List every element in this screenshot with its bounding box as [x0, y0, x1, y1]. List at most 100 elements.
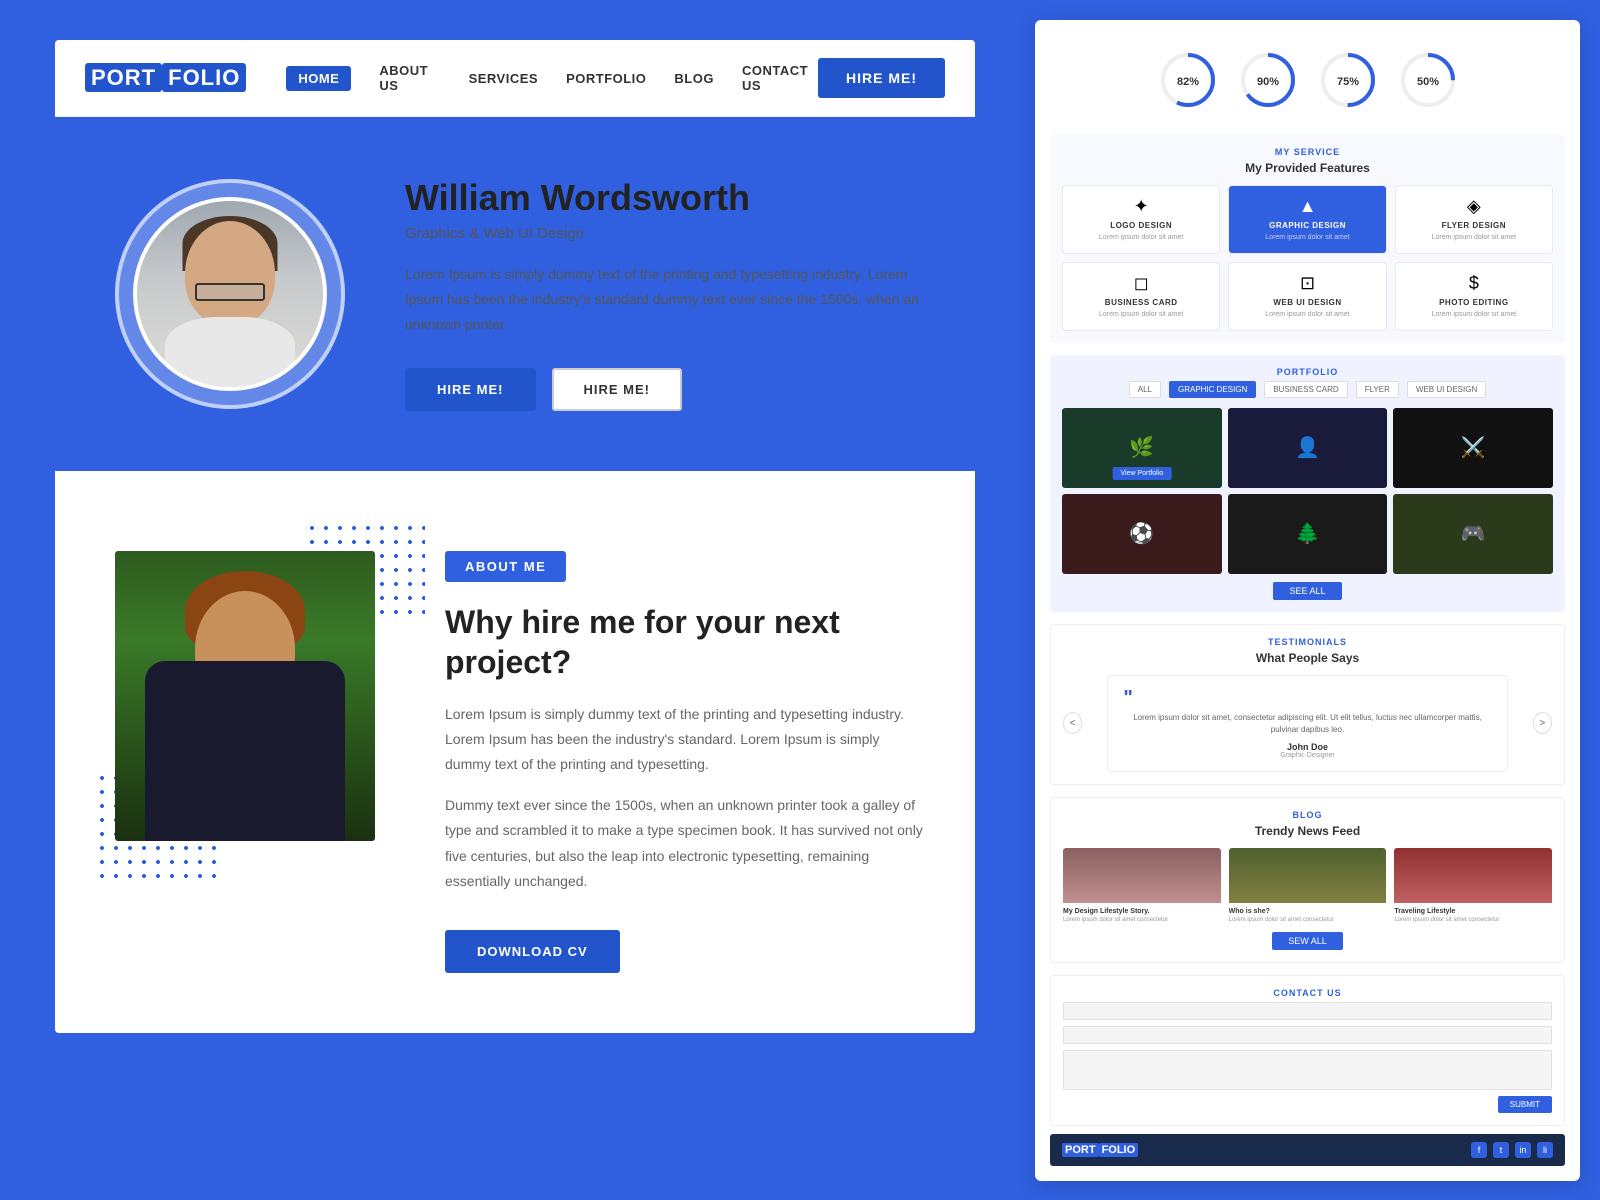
nav-portfolio[interactable]: PORTFOLIO — [566, 71, 646, 86]
filter-graphic[interactable]: GRAPHIC DESIGN — [1169, 381, 1256, 398]
contact-label: CONTACT US — [1063, 988, 1552, 998]
web-ui-icon: ⊡ — [1237, 273, 1377, 294]
service-cards-grid: ✦ LOGO DESIGN Lorem ipsum dolor sit amet… — [1062, 185, 1553, 331]
svg-text:50%: 50% — [1416, 76, 1438, 88]
logo-part1: PORT — [85, 63, 162, 92]
svg-text:90%: 90% — [1256, 76, 1278, 88]
contact-name-input[interactable] — [1063, 1002, 1552, 1020]
business-card-desc: Lorem ipsum dolor sit amet — [1071, 310, 1211, 320]
skill-circle-svg-2: 90% — [1238, 50, 1298, 110]
hero-name: William Wordsworth — [405, 177, 925, 219]
linkedin-icon[interactable]: li — [1537, 1142, 1553, 1158]
blog-img-2 — [1229, 848, 1387, 903]
testimonial-next[interactable]: > — [1533, 712, 1552, 734]
skill-1: 82% — [1158, 50, 1218, 110]
services-label: MY SERVICE — [1062, 147, 1553, 157]
testimonial-container: < " Lorem ipsum dolor sit amet, consecte… — [1063, 675, 1552, 772]
business-card-icon: ◻ — [1071, 273, 1211, 294]
blog-img-3 — [1394, 848, 1552, 903]
flyer-design-name: FLYER DESIGN — [1404, 221, 1544, 230]
blog-title-1: My Design Lifestyle Story. — [1063, 907, 1221, 916]
hero-buttons: HIRE ME! HIRE ME! — [405, 368, 925, 411]
logo-design-desc: Lorem ipsum dolor sit amet — [1071, 233, 1211, 243]
portfolio-bg-4: ⚽ — [1062, 494, 1222, 574]
graphic-design-icon: ▲ — [1237, 196, 1377, 217]
business-card-name: BUSINESS CARD — [1071, 298, 1211, 307]
logo-design-icon: ✦ — [1071, 196, 1211, 217]
skills-section: 82% 90% 75% 50% — [1050, 35, 1565, 115]
instagram-icon[interactable]: in — [1515, 1142, 1531, 1158]
portfolio-item-4: ⚽ — [1062, 494, 1222, 574]
nav-services[interactable]: SERVICES — [469, 71, 539, 86]
testimonial-author: John Doe — [1123, 742, 1491, 752]
filter-flyer[interactable]: FLYER — [1356, 381, 1399, 398]
logo-design-name: LOGO DESIGN — [1071, 221, 1211, 230]
web-ui-name: WEB UI DESIGN — [1237, 298, 1377, 307]
contact-email-input[interactable] — [1063, 1026, 1552, 1044]
testimonial-nav: < " Lorem ipsum dolor sit amet, consecte… — [1063, 675, 1552, 772]
portfolio-bg-2: 👤 — [1228, 408, 1388, 488]
portfolio-item-6: 🎮 — [1393, 494, 1553, 574]
skill-circle-svg-3: 75% — [1318, 50, 1378, 110]
hire-me-button-1[interactable]: HIRE ME! — [405, 368, 536, 411]
footer-logo: PORTFOLIO — [1062, 1144, 1138, 1156]
svg-text:82%: 82% — [1176, 76, 1198, 88]
svg-text:75%: 75% — [1336, 76, 1358, 88]
services-section: MY SERVICE My Provided Features ✦ LOGO D… — [1050, 135, 1565, 343]
blog-title: Trendy News Feed — [1063, 824, 1552, 838]
web-ui-desc: Lorem ipsum dolor sit amet — [1237, 310, 1377, 320]
portfolio-label: PORTFOLIO — [1062, 367, 1553, 377]
right-footer: PORTFOLIO f t in li — [1050, 1134, 1565, 1166]
right-panel: 82% 90% 75% 50% MY SERVI — [1035, 20, 1580, 1181]
twitter-icon[interactable]: t — [1493, 1142, 1509, 1158]
facebook-icon[interactable]: f — [1471, 1142, 1487, 1158]
skill-circle-svg-4: 50% — [1398, 50, 1458, 110]
filter-all[interactable]: ALL — [1129, 381, 1161, 398]
testimonials-title: What People Says — [1063, 651, 1552, 665]
skill-3: 75% — [1318, 50, 1378, 110]
nav-links: HOME ABOUT US SERVICES PORTFOLIO BLOG CO… — [286, 63, 818, 93]
skill-2: 90% — [1238, 50, 1298, 110]
nav-home[interactable]: HOME — [286, 66, 351, 91]
filter-web[interactable]: WEB UI DESIGN — [1407, 381, 1486, 398]
services-title: My Provided Features — [1062, 161, 1553, 175]
service-card-photo: $ PHOTO EDITING Lorem ipsum dolor sit am… — [1395, 262, 1553, 331]
view-portfolio-btn[interactable]: View Portfolio — [1112, 467, 1171, 480]
logo[interactable]: PORTFOLIO — [85, 65, 246, 91]
blog-label: BLOG — [1063, 810, 1552, 820]
hero-section: William Wordsworth Graphics & Web UI Des… — [55, 117, 975, 471]
nav-blog[interactable]: BLOG — [674, 71, 714, 86]
hire-me-button-2[interactable]: HIRE ME! — [552, 368, 683, 411]
contact-message-textarea[interactable] — [1063, 1050, 1552, 1090]
service-card-flyer: ◈ FLYER DESIGN Lorem ipsum dolor sit ame… — [1395, 185, 1553, 254]
footer-logo-part1: PORT — [1062, 1143, 1099, 1157]
about-section: ABOUT ME Why hire me for your next proje… — [55, 471, 975, 1033]
blog-grid: My Design Lifestyle Story. Lorem ipsum d… — [1063, 848, 1552, 924]
blog-img-1 — [1063, 848, 1221, 903]
portfolio-item-3: ⚔️ — [1393, 408, 1553, 488]
nav-about[interactable]: ABOUT US — [379, 63, 440, 93]
nav-contact[interactable]: CONTACT US — [742, 63, 818, 93]
hire-me-nav-button[interactable]: HIRE ME! — [818, 58, 945, 98]
contact-submit-button[interactable]: SUBMIT — [1498, 1096, 1552, 1113]
filter-business[interactable]: BUSINESS CARD — [1264, 381, 1347, 398]
navigation: PORTFOLIO HOME ABOUT US SERVICES PORTFOL… — [55, 40, 975, 117]
testimonial-prev[interactable]: < — [1063, 712, 1082, 734]
avatar — [115, 179, 345, 409]
blog-card-2: Who is she? Lorem ipsum dolor sit amet c… — [1229, 848, 1387, 924]
photo-editing-icon: $ — [1404, 273, 1544, 294]
see-all-button[interactable]: SEE ALL — [1273, 582, 1341, 600]
contact-section: CONTACT US SUBMIT — [1050, 975, 1565, 1126]
portfolio-grid: 🌿 View Portfolio 👤 ⚔️ ⚽ 🌲 🎮 — [1062, 408, 1553, 574]
logo-part2: FOLIO — [162, 63, 246, 92]
service-card-logo: ✦ LOGO DESIGN Lorem ipsum dolor sit amet — [1062, 185, 1220, 254]
skill-4: 50% — [1398, 50, 1458, 110]
footer-social: f t in li — [1471, 1142, 1553, 1158]
service-card-graphic: ▲ GRAPHIC DESIGN Lorem ipsum dolor sit a… — [1228, 185, 1386, 254]
blog-see-all[interactable]: SEW ALL — [1272, 932, 1343, 950]
portfolio-bg-3: ⚔️ — [1393, 408, 1553, 488]
blog-desc-1: Lorem ipsum dolor sit amet consectetur — [1063, 916, 1221, 924]
graphic-design-name: GRAPHIC DESIGN — [1237, 221, 1377, 230]
about-heading: Why hire me for your next project? — [445, 602, 925, 682]
download-cv-button[interactable]: DOWNLOAD CV — [445, 930, 620, 973]
